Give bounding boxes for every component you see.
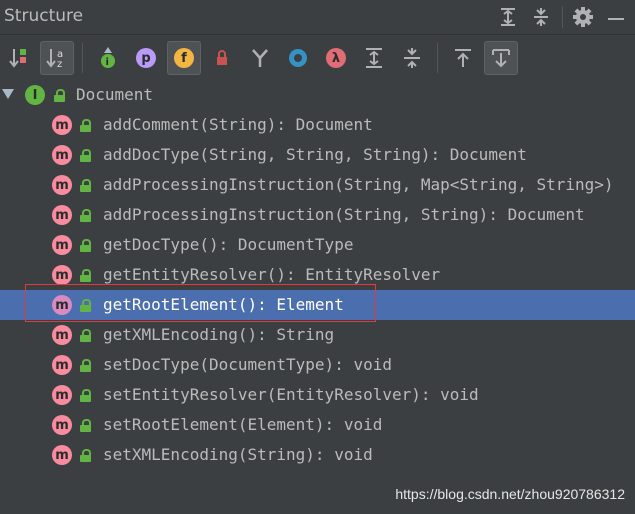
root-label: Document [76, 85, 154, 104]
public-lock-icon [80, 329, 91, 342]
show-non-public-icon[interactable] [205, 41, 239, 75]
method-label: addProcessingInstruction(String, String)… [103, 205, 585, 224]
sort-by-visibility-icon[interactable] [2, 41, 36, 75]
method-row[interactable]: m getRootElement(): Element [0, 290, 635, 320]
expand-arrow-icon[interactable] [2, 89, 14, 99]
method-row[interactable]: m addProcessingInstruction(String, Map<St… [0, 170, 635, 200]
collapse-all-toolbar-icon[interactable] [395, 41, 429, 75]
sort-alphabetically-icon[interactable]: az [40, 41, 74, 75]
method-row[interactable]: m setXMLEncoding(String): void [0, 440, 635, 470]
watermark: https://blog.csdn.net/zhou920786312 [395, 486, 625, 502]
method-row[interactable]: m getDocType(): DocumentType [0, 230, 635, 260]
title-separator [562, 6, 563, 28]
panel-title: Structure [4, 6, 84, 26]
method-label: getEntityResolver(): EntityResolver [103, 265, 441, 284]
expand-all-icon[interactable] [495, 4, 521, 30]
field-badge: f [174, 48, 194, 68]
collapse-all-icon[interactable] [528, 4, 554, 30]
public-lock-icon [80, 419, 91, 432]
method-icon: m [52, 175, 72, 195]
svg-text:i: i [106, 57, 109, 68]
method-row[interactable]: m setRootElement(Element): void [0, 410, 635, 440]
show-interfaces-icon[interactable] [281, 41, 315, 75]
tree-root-row[interactable]: I Document [0, 80, 635, 110]
public-lock-icon [80, 269, 91, 282]
method-icon: m [52, 295, 72, 315]
property-badge: p [136, 48, 156, 68]
show-fields-icon[interactable]: f [167, 41, 201, 75]
minimize-icon[interactable] [603, 4, 629, 30]
method-row[interactable]: m getEntityResolver(): EntityResolver [0, 260, 635, 290]
svg-text:z: z [57, 59, 62, 70]
public-lock-icon [80, 359, 91, 372]
method-row[interactable]: m getXMLEncoding(): String [0, 320, 635, 350]
expand-all-toolbar-icon[interactable] [357, 41, 391, 75]
autoscroll-to-source-icon[interactable] [446, 41, 480, 75]
public-lock-icon [80, 149, 91, 162]
public-lock-icon [80, 179, 91, 192]
public-lock-icon [80, 119, 91, 132]
method-label: setXMLEncoding(String): void [103, 445, 373, 464]
method-label: addDocType(String, String, String): Docu… [103, 145, 527, 164]
method-icon: m [52, 265, 72, 285]
method-label: getRootElement(): Element [103, 295, 344, 314]
show-properties-icon[interactable]: p [129, 41, 163, 75]
show-inherited-icon[interactable]: i [91, 41, 125, 75]
toolbar-separator [437, 43, 438, 73]
method-icon: m [52, 355, 72, 375]
show-lambdas-icon[interactable]: λ [319, 41, 353, 75]
method-icon: m [52, 385, 72, 405]
method-icon: m [52, 205, 72, 225]
method-icon: m [52, 145, 72, 165]
method-row[interactable]: m addComment(String): Document [0, 110, 635, 140]
structure-toolbar: az i p f λ [0, 37, 635, 79]
autoscroll-from-source-icon[interactable] [484, 41, 518, 75]
method-label: getXMLEncoding(): String [103, 325, 335, 344]
public-lock-icon [80, 449, 91, 462]
method-icon: m [52, 325, 72, 345]
method-row[interactable]: m setEntityResolver(EntityResolver): void [0, 380, 635, 410]
gear-icon[interactable] [570, 4, 596, 30]
structure-tree: I Document m addComment(String): Document… [0, 80, 635, 470]
method-icon: m [52, 415, 72, 435]
method-row[interactable]: m addDocType(String, String, String): Doc… [0, 140, 635, 170]
show-anonymous-icon[interactable] [243, 41, 277, 75]
lambda-badge: λ [326, 48, 346, 68]
structure-title-bar: Structure [0, 0, 635, 35]
method-icon: m [52, 115, 72, 135]
interface-icon: I [25, 85, 45, 105]
method-label: addComment(String): Document [103, 115, 373, 134]
method-icon: m [52, 445, 72, 465]
method-label: setEntityResolver(EntityResolver): void [103, 385, 479, 404]
method-row[interactable]: m addProcessingInstruction(String, String… [0, 200, 635, 230]
public-lock-icon [80, 209, 91, 222]
method-row[interactable]: m setDocType(DocumentType): void [0, 350, 635, 380]
method-label: setDocType(DocumentType): void [103, 355, 392, 374]
public-lock-icon [54, 89, 65, 102]
method-label: addProcessingInstruction(String, Map<Str… [103, 175, 614, 194]
public-lock-icon [80, 239, 91, 252]
method-label: getDocType(): DocumentType [103, 235, 354, 254]
method-icon: m [52, 235, 72, 255]
toolbar-separator [82, 43, 83, 73]
public-lock-icon [80, 389, 91, 402]
public-lock-icon [80, 299, 91, 312]
method-label: setRootElement(Element): void [103, 415, 383, 434]
